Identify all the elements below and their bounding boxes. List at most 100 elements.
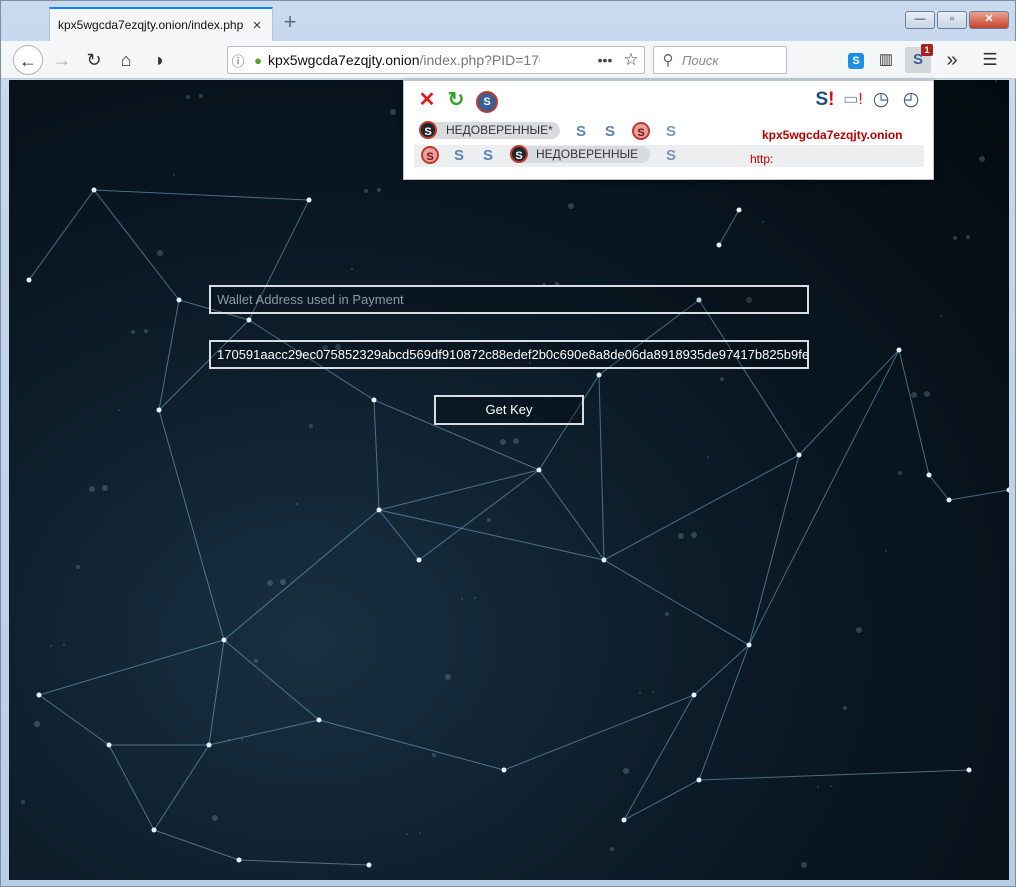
- wallet-address-input[interactable]: Wallet Address used in Payment: [209, 285, 809, 314]
- network-node: [91, 187, 97, 193]
- bokeh-dot: [241, 738, 243, 740]
- back-button[interactable]: ←: [13, 45, 43, 75]
- pid-input[interactable]: 170591aacc29ec075852329abcd569df910872c8…: [209, 340, 809, 369]
- row2-trust-pill[interactable]: НЕДОВЕРЕННЫЕ: [510, 146, 650, 163]
- network-edge: [38, 694, 110, 746]
- close-tab-icon[interactable]: ×: [250, 17, 264, 34]
- maximize-button[interactable]: ▫: [937, 11, 967, 29]
- tab-title: kpx5wgcda7ezqjty.onion/index.php: [58, 18, 244, 32]
- network-node: [26, 277, 32, 283]
- network-edge: [418, 469, 540, 561]
- bokeh-dot: [817, 786, 819, 788]
- network-node: [316, 717, 322, 723]
- home-button[interactable]: ⌂: [111, 45, 141, 75]
- bokeh-dot: [102, 485, 108, 491]
- row1-untrusted-icon: S: [419, 121, 437, 139]
- bokeh-dot: [665, 612, 669, 616]
- bokeh-dot: [691, 532, 697, 538]
- page-actions-icon[interactable]: •••: [592, 52, 618, 68]
- overflow-menu-icon[interactable]: »: [939, 47, 965, 73]
- bokeh-dot: [979, 156, 985, 162]
- row2-custom-icon[interactable]: S: [666, 147, 676, 165]
- bokeh-dot: [610, 847, 614, 851]
- url-host: kpx5wgcda7ezqjty.onion: [268, 52, 420, 68]
- sidebar-icon[interactable]: ▥: [873, 47, 899, 73]
- network-edge: [158, 409, 225, 641]
- network-edge: [93, 189, 310, 201]
- network-node: [736, 207, 742, 213]
- onion-security-icon[interactable]: ●: [248, 53, 268, 68]
- network-edge: [718, 209, 740, 246]
- noscript-extension-icon[interactable]: S 1: [905, 44, 933, 73]
- bokeh-dot: [50, 645, 52, 647]
- popup-site-host: kpx5wgcda7ezqjty.onion: [762, 128, 903, 142]
- url-bar[interactable]: ⓘ ● kpx5wgcda7ezqjty.onion /index.php?PI…: [227, 46, 645, 74]
- network-edge: [378, 469, 540, 511]
- bokeh-dot: [885, 550, 887, 552]
- network-edge: [748, 349, 900, 646]
- row1-custom-icon[interactable]: S: [666, 123, 676, 141]
- minimize-button[interactable]: —: [905, 11, 935, 29]
- bokeh-dot: [830, 785, 832, 787]
- bookmark-star-icon[interactable]: ☆: [618, 50, 644, 70]
- bokeh-dot: [995, 80, 997, 82]
- network-edge: [153, 744, 210, 831]
- close-window-button[interactable]: ✕: [969, 11, 1009, 29]
- row1-trusted-icon[interactable]: S: [605, 123, 615, 141]
- noscript-popup: ✕ ↻ S S! ▭! ◷ ◴ НЕДОВЕРЕННЫЕ* S S S S S …: [403, 80, 934, 180]
- network-node: [796, 452, 802, 458]
- network-edge: [503, 694, 695, 771]
- info-icon[interactable]: ⓘ: [228, 51, 248, 70]
- reload-button[interactable]: ↻: [79, 45, 109, 75]
- get-key-button[interactable]: Get Key: [434, 395, 584, 425]
- row2-temp-trusted-icon[interactable]: S: [454, 147, 464, 165]
- noscript-options-icon[interactable]: S!: [813, 88, 837, 112]
- network-edge: [748, 454, 800, 646]
- clock-forbidden-icon[interactable]: ◴: [899, 88, 923, 112]
- network-node: [376, 507, 382, 513]
- bokeh-dot: [131, 330, 135, 334]
- network-edge: [238, 859, 370, 866]
- bokeh-dot: [9, 80, 10, 81]
- network-edge: [153, 829, 240, 861]
- new-tab-button[interactable]: +: [279, 9, 301, 35]
- bokeh-dot: [652, 691, 654, 693]
- search-input[interactable]: ⚲ Поиск: [653, 46, 787, 74]
- network-node: [946, 497, 952, 503]
- network-node: [896, 347, 902, 353]
- network-edge: [603, 559, 750, 646]
- noscript-global-icon[interactable]: S: [476, 91, 498, 113]
- hamburger-menu-icon[interactable]: ☰: [977, 47, 1003, 73]
- forward-button[interactable]: →: [47, 45, 77, 75]
- row2-trust-label: НЕДОВЕРЕННЫЕ: [536, 147, 639, 161]
- tab-active[interactable]: kpx5wgcda7ezqjty.onion/index.php ×: [49, 7, 273, 41]
- row1-temp-trusted-icon[interactable]: S: [576, 123, 586, 141]
- network-edge: [798, 349, 900, 456]
- network-node: [371, 397, 377, 403]
- clock-alert-icon[interactable]: ◷: [869, 88, 893, 112]
- network-node: [746, 642, 752, 648]
- bokeh-dot: [377, 188, 381, 192]
- screen-alert-icon[interactable]: ▭!: [841, 88, 865, 112]
- network-node: [501, 767, 507, 773]
- network-node: [236, 857, 242, 863]
- bokeh-dot: [461, 598, 463, 600]
- skype-extension-icon[interactable]: S: [843, 47, 869, 73]
- nav-bar: ← → ↻ ⌂ ◑ ⓘ ● kpx5wgcda7ezqjty.onion /in…: [1, 41, 1016, 79]
- network-node: [691, 692, 697, 698]
- close-icon[interactable]: ✕: [415, 88, 439, 112]
- network-node: [156, 407, 162, 413]
- reload-icon[interactable]: ↻: [444, 88, 468, 112]
- row2-trusted-icon[interactable]: S: [483, 147, 493, 165]
- network-edge: [698, 299, 800, 456]
- bokeh-dot: [21, 800, 25, 804]
- network-node: [106, 742, 112, 748]
- row1-untrusted-option-icon[interactable]: S: [632, 122, 650, 140]
- network-node: [621, 817, 627, 823]
- row2-untrusted-option-icon[interactable]: S: [421, 146, 439, 164]
- row1-trust-pill[interactable]: НЕДОВЕРЕННЫЕ*: [420, 122, 560, 139]
- bokeh-dot: [34, 721, 40, 727]
- network-node: [696, 777, 702, 783]
- bokeh-dot: [144, 329, 148, 333]
- onion-icon[interactable]: ◑: [143, 45, 173, 75]
